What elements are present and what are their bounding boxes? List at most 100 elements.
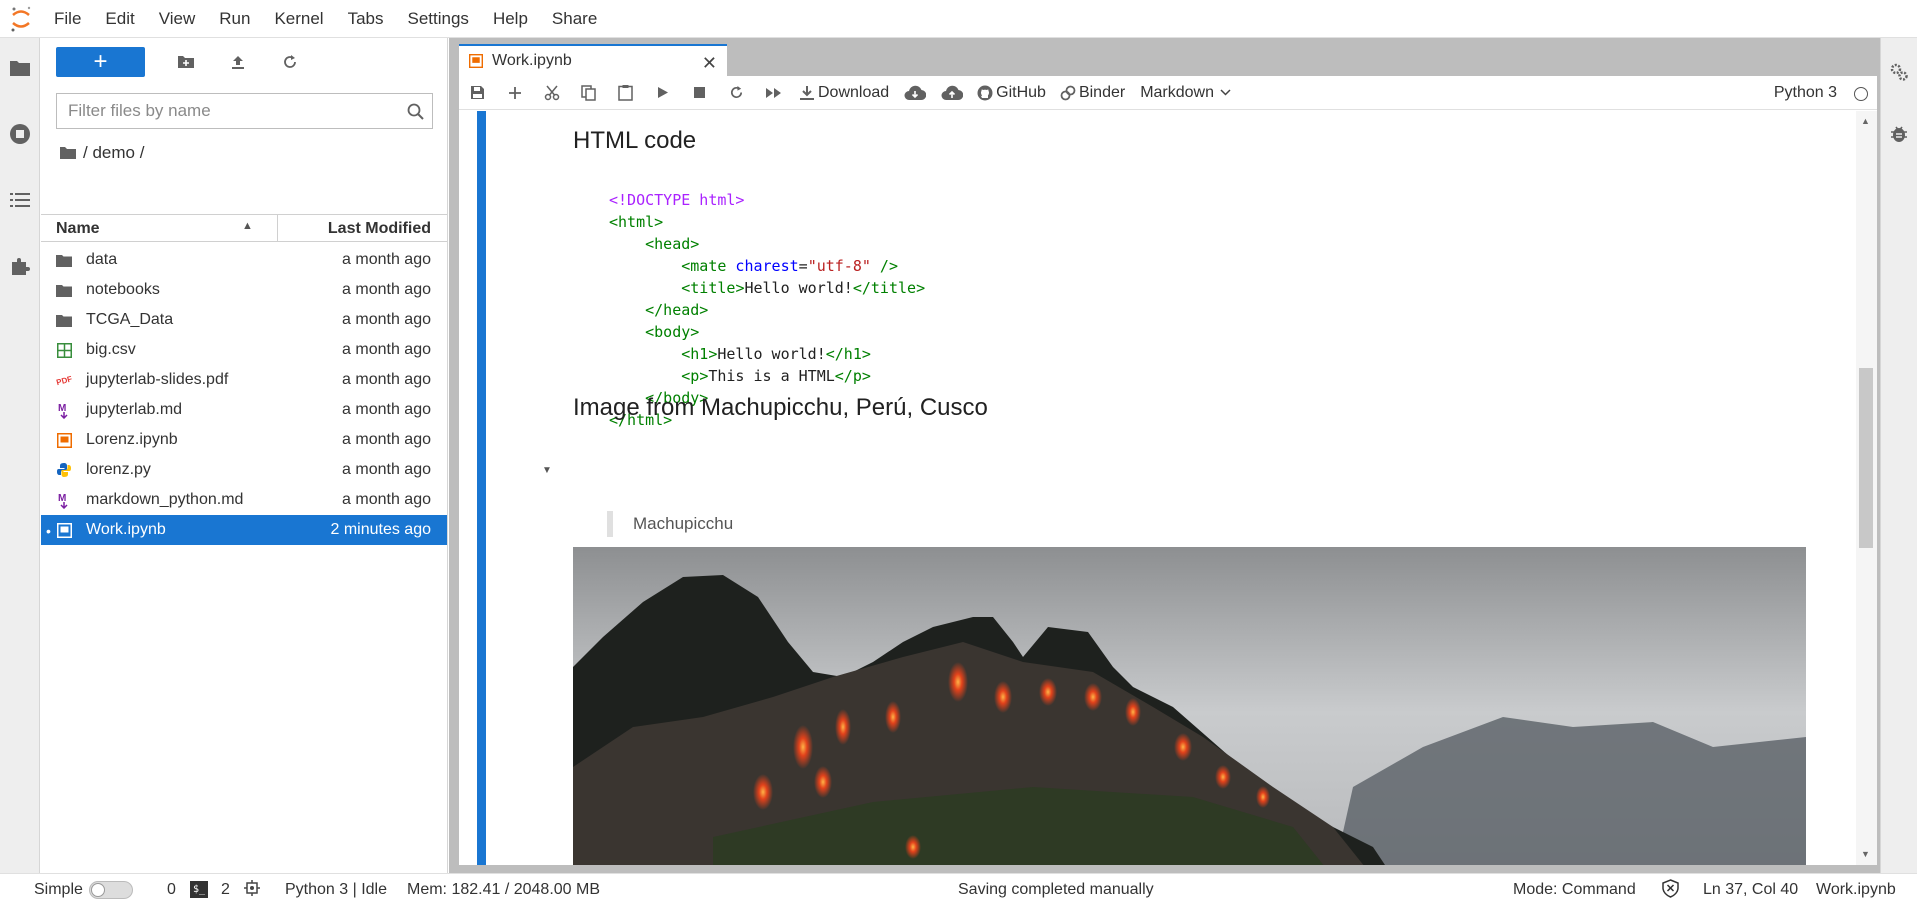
kernel-name[interactable]: Python 3 bbox=[1774, 84, 1837, 102]
file-row-big-csv[interactable]: big.csv a month ago bbox=[41, 335, 447, 365]
column-divider[interactable] bbox=[277, 215, 278, 242]
upload-icon[interactable] bbox=[219, 47, 257, 77]
kernel-idle-status-icon bbox=[1854, 87, 1868, 101]
cloud-download-icon[interactable] bbox=[896, 76, 933, 110]
filter-files-field[interactable] bbox=[56, 93, 433, 129]
file-row-lorenz-py[interactable]: lorenz.py a month ago bbox=[41, 455, 447, 485]
table-of-contents-icon[interactable] bbox=[0, 180, 40, 220]
folder-icon bbox=[56, 312, 72, 328]
scroll-down-icon[interactable]: ▼ bbox=[1861, 849, 1870, 859]
new-launcher-button[interactable]: + bbox=[56, 47, 145, 77]
code-token: > bbox=[916, 279, 926, 297]
run-icon[interactable] bbox=[644, 76, 681, 110]
notebook-icon bbox=[56, 522, 72, 538]
kernel-status-text[interactable]: Python 3 | Idle bbox=[285, 881, 387, 899]
file-row-tcga-data[interactable]: TCGA_Data a month ago bbox=[41, 305, 447, 335]
trusted-shield-icon[interactable] bbox=[1662, 879, 1679, 903]
paste-icon[interactable] bbox=[607, 76, 644, 110]
svg-text:PDF: PDF bbox=[56, 374, 72, 387]
jupyter-logo-icon bbox=[0, 0, 42, 38]
code-line-6: </head> bbox=[609, 299, 925, 321]
code-token: = bbox=[798, 257, 808, 275]
close-icon[interactable]: ✕ bbox=[702, 53, 717, 74]
cloud-upload-icon[interactable] bbox=[933, 76, 970, 110]
filter-files-input[interactable] bbox=[57, 101, 398, 121]
property-inspector-gears-icon[interactable] bbox=[1881, 52, 1917, 92]
file-name: big.csv bbox=[86, 341, 136, 358]
svg-text:M: M bbox=[58, 493, 66, 504]
collapse-caret-icon[interactable]: ▼ bbox=[542, 465, 552, 476]
sort-ascending-icon: ▲ bbox=[242, 220, 253, 232]
file-browser-toolbar: + bbox=[56, 47, 309, 77]
search-icon bbox=[398, 103, 432, 120]
kernel-gear-icon[interactable] bbox=[244, 880, 260, 901]
file-row-markdown-python-md[interactable]: M markdown_python.md a month ago bbox=[41, 485, 447, 515]
menu-run[interactable]: Run bbox=[207, 0, 262, 38]
code-head-close: </head> bbox=[609, 301, 709, 319]
file-row-work-ipynb[interactable]: • Work.ipynb 2 minutes ago bbox=[41, 515, 447, 545]
copy-icon[interactable] bbox=[570, 76, 607, 110]
simple-mode-toggle[interactable] bbox=[89, 881, 133, 899]
new-folder-icon[interactable] bbox=[167, 47, 205, 77]
restart-icon[interactable] bbox=[718, 76, 755, 110]
cell-type-value: Markdown bbox=[1140, 83, 1215, 101]
menu-settings[interactable]: Settings bbox=[396, 0, 481, 38]
notebook-scrollbar[interactable]: ▲ ▼ bbox=[1856, 111, 1877, 865]
code-doctype: <!DOCTYPE html> bbox=[609, 191, 745, 209]
save-icon[interactable] bbox=[459, 76, 496, 110]
running-kernels-icon[interactable] bbox=[0, 114, 40, 154]
file-modified: a month ago bbox=[342, 341, 431, 358]
terminal-icon[interactable]: $_ bbox=[190, 881, 208, 898]
code-token: Hello world! bbox=[717, 345, 826, 363]
stop-icon[interactable] bbox=[681, 76, 718, 110]
menu-kernel[interactable]: Kernel bbox=[262, 0, 335, 38]
code-line-2: <html> bbox=[609, 211, 925, 233]
home-folder-icon[interactable] bbox=[59, 146, 77, 160]
cell-type-dropdown[interactable]: Markdown bbox=[1140, 84, 1231, 102]
binder-link-icon bbox=[1060, 85, 1076, 100]
menu-tabs[interactable]: Tabs bbox=[336, 0, 396, 38]
file-modified: a month ago bbox=[342, 371, 431, 388]
menu-view[interactable]: View bbox=[147, 0, 208, 38]
machupicchu-photo bbox=[573, 547, 1806, 865]
file-name: Lorenz.ipynb bbox=[86, 431, 178, 448]
column-name-header[interactable]: Name bbox=[56, 220, 100, 238]
debugger-bug-icon[interactable] bbox=[1881, 114, 1917, 154]
file-browser-folder-icon[interactable] bbox=[0, 48, 40, 88]
code-token: > bbox=[699, 367, 709, 385]
file-modified: a month ago bbox=[342, 281, 431, 298]
github-button[interactable]: GitHub bbox=[970, 76, 1053, 110]
code-token: / bbox=[870, 257, 889, 275]
terminals-count[interactable]: 0 bbox=[167, 881, 176, 899]
column-modified-header[interactable]: Last Modified bbox=[328, 220, 431, 238]
menu-help[interactable]: Help bbox=[481, 0, 540, 38]
insert-cell-icon[interactable] bbox=[496, 76, 533, 110]
refresh-icon[interactable] bbox=[271, 47, 309, 77]
menu-share[interactable]: Share bbox=[540, 0, 609, 38]
extensions-puzzle-icon[interactable] bbox=[0, 246, 40, 286]
save-status-message: Saving completed manually bbox=[958, 881, 1154, 898]
file-row-lorenz-ipynb[interactable]: Lorenz.ipynb a month ago bbox=[41, 425, 447, 455]
breadcrumb-path[interactable]: / demo / bbox=[83, 143, 144, 163]
active-cell-indicator[interactable] bbox=[477, 111, 486, 865]
file-row-data[interactable]: data a month ago bbox=[41, 245, 447, 275]
tab-work-ipynb[interactable]: Work.ipynb ✕ bbox=[459, 44, 727, 76]
file-row-slides-pdf[interactable]: PDF jupyterlab-slides.pdf a month ago bbox=[41, 365, 447, 395]
scrollbar-thumb[interactable] bbox=[1859, 368, 1873, 548]
file-name: Work.ipynb bbox=[86, 521, 166, 538]
download-button[interactable]: Download bbox=[792, 76, 896, 110]
file-row-jupyterlab-md[interactable]: M jupyterlab.md a month ago bbox=[41, 395, 447, 425]
menu-file[interactable]: File bbox=[42, 0, 93, 38]
menu-edit[interactable]: Edit bbox=[93, 0, 146, 38]
file-row-notebooks[interactable]: notebooks a month ago bbox=[41, 275, 447, 305]
fast-forward-icon[interactable] bbox=[755, 76, 792, 110]
scroll-up-icon[interactable]: ▲ bbox=[1861, 116, 1870, 126]
kernels-count[interactable]: 2 bbox=[221, 881, 230, 899]
current-file-name: Work.ipynb bbox=[1816, 881, 1896, 898]
cursor-position[interactable]: Ln 37, Col 40 bbox=[1703, 881, 1798, 899]
file-name: notebooks bbox=[86, 281, 160, 298]
cut-icon[interactable] bbox=[533, 76, 570, 110]
binder-button[interactable]: Binder bbox=[1053, 76, 1132, 110]
code-token: charest bbox=[726, 257, 799, 275]
